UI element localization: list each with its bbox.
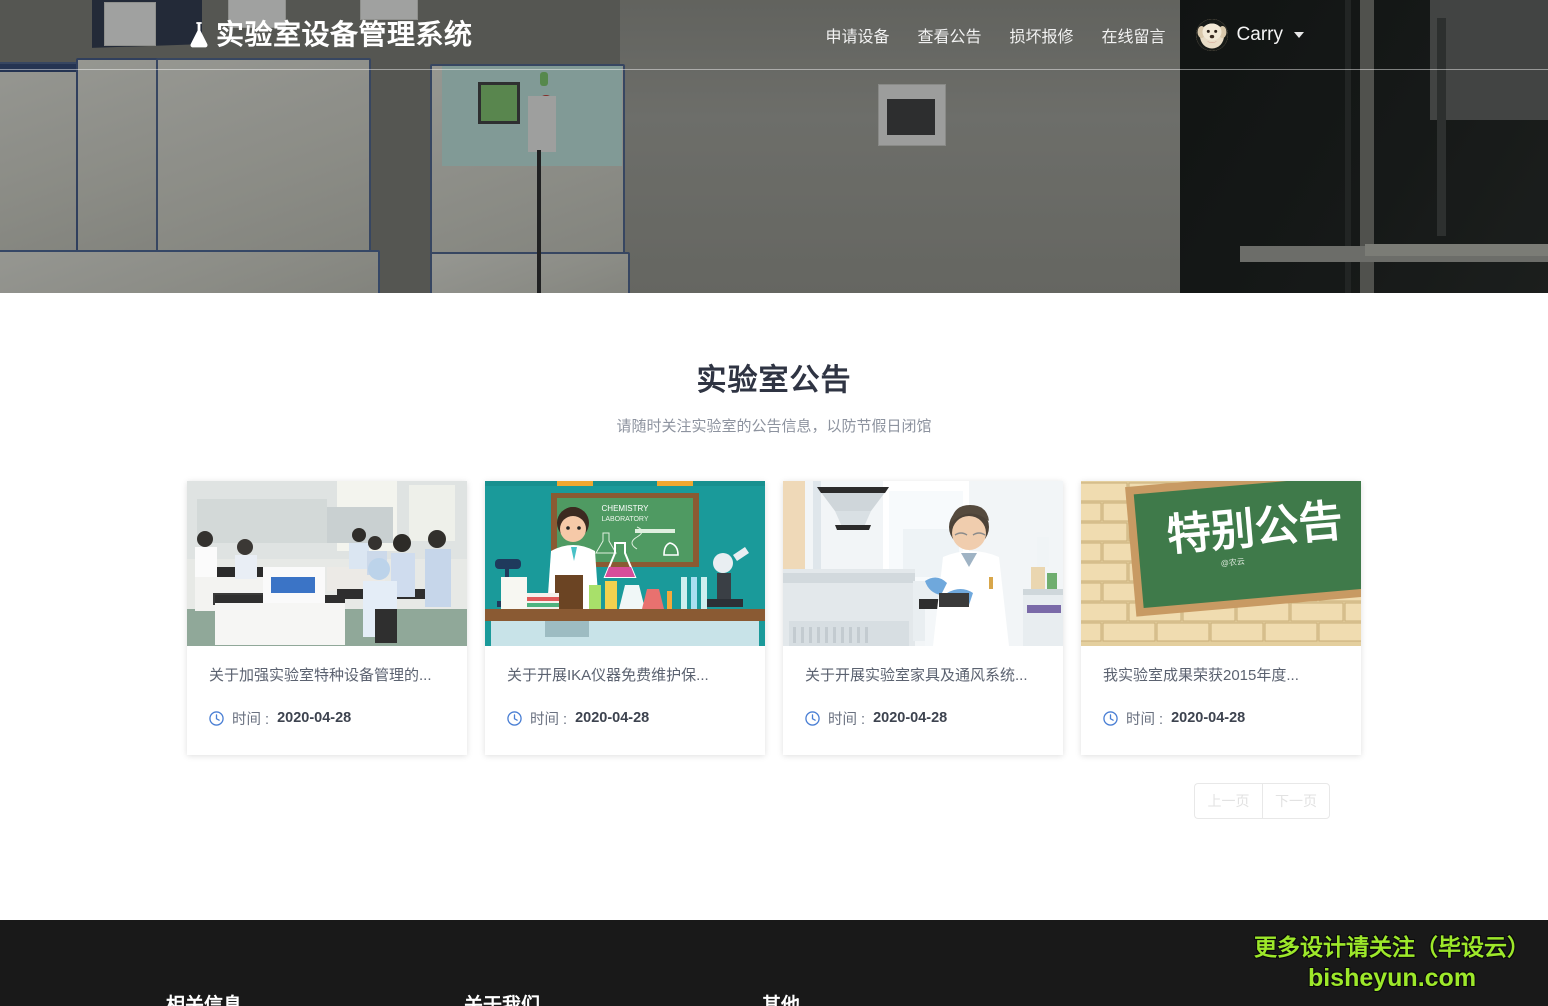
footer-heading: 关于我们 — [464, 990, 762, 1006]
brand-logo-link[interactable]: 实验室设备管理系统 — [186, 20, 473, 50]
avatar — [1196, 19, 1228, 51]
announcement-meta: 时间 : 2020-04-28 — [209, 708, 445, 729]
card-body: 关于开展实验室家具及通风系统... 时间 : 2020-04-28 — [783, 646, 1063, 755]
nav-item-view-announcements[interactable]: 查看公告 — [904, 23, 996, 47]
time-label: 时间 : — [1126, 708, 1163, 729]
page-subtitle: 请随时关注实验室的公告信息，以防节假日闭馆 — [0, 415, 1548, 436]
announcement-meta: 时间 : 2020-04-28 — [805, 708, 1041, 729]
watermark: 更多设计请关注（毕设云） bisheyun.com — [1254, 928, 1530, 993]
clock-icon — [1103, 711, 1118, 726]
announcement-card[interactable]: 关于加强实验室特种设备管理的... 时间 : 2020-04-28 — [187, 481, 467, 755]
watermark-line-1: 更多设计请关注（毕设云） — [1254, 928, 1530, 962]
prev-page-button[interactable]: 上一页 — [1194, 783, 1262, 819]
lab-technicians-photo — [187, 481, 467, 646]
time-label: 时间 : — [828, 708, 865, 729]
main-content: 实验室公告 请随时关注实验室的公告信息，以防节假日闭馆 — [0, 293, 1548, 819]
footer-column-related-info: 相关信息 — [166, 990, 464, 1006]
board-subtext: @农云 — [1220, 556, 1245, 568]
user-name: Carry — [1237, 24, 1283, 46]
flask-icon — [186, 20, 212, 50]
announcement-title: 关于开展实验室家具及通风系统... — [805, 666, 1041, 686]
svg-text:CHEMISTRY: CHEMISTRY — [602, 504, 650, 513]
card-body: 关于加强实验室特种设备管理的... 时间 : 2020-04-28 — [187, 646, 467, 755]
clock-icon — [805, 711, 820, 726]
page-title: 实验室公告 — [0, 355, 1548, 399]
announcement-card[interactable]: CHEMISTRY LABORATORY — [485, 481, 765, 755]
scientist-with-instrument-photo — [783, 481, 1063, 646]
pagination: 上一页 下一页 — [0, 783, 1548, 819]
footer-heading: 相关信息 — [166, 990, 464, 1006]
hero-banner: 实验室设备管理系统 申请设备 查看公告 损坏报修 在线留言 — [0, 0, 1548, 293]
clock-icon — [507, 711, 522, 726]
card-body: 我实验室成果荣获2015年度... 时间 : 2020-04-28 — [1081, 646, 1361, 755]
special-announcement-blackboard: 特别公告 @农云 — [1081, 481, 1361, 646]
watermark-line-2: bisheyun.com — [1254, 964, 1530, 993]
announcement-date: 2020-04-28 — [575, 710, 649, 726]
announcement-meta: 时间 : 2020-04-28 — [507, 708, 743, 729]
announcement-title: 我实验室成果荣获2015年度... — [1103, 666, 1339, 686]
footer-column-about-us: 关于我们 — [464, 990, 762, 1006]
footer: 相关信息 关于我们 其他 更多设计请关注（毕设云） bisheyun.com — [0, 920, 1548, 1006]
announcement-title: 关于开展IKA仪器免费维护保... — [507, 666, 743, 686]
announcement-date: 2020-04-28 — [873, 710, 947, 726]
announcement-card[interactable]: 特别公告 @农云 我实验室成果荣获2015年度... 时间 : 2020-04-… — [1081, 481, 1361, 755]
time-label: 时间 : — [232, 708, 269, 729]
chemistry-laboratory-illustration: CHEMISTRY LABORATORY — [485, 481, 765, 646]
user-menu[interactable]: Carry — [1180, 19, 1304, 51]
footer-heading: 其他 — [762, 990, 1060, 1006]
clock-icon — [209, 711, 224, 726]
announcement-date: 2020-04-28 — [277, 710, 351, 726]
chevron-down-icon[interactable] — [1294, 32, 1304, 38]
time-label: 时间 : — [530, 708, 567, 729]
next-page-button[interactable]: 下一页 — [1262, 783, 1330, 819]
nav-item-apply-equipment[interactable]: 申请设备 — [811, 23, 903, 47]
card-body: 关于开展IKA仪器免费维护保... 时间 : 2020-04-28 — [485, 646, 765, 755]
svg-text:LABORATORY: LABORATORY — [601, 516, 648, 523]
announcement-title: 关于加强实验室特种设备管理的... — [209, 666, 445, 686]
announcement-list: 关于加强实验室特种设备管理的... 时间 : 2020-04-28 — [0, 481, 1548, 755]
brand-title: 实验室设备管理系统 — [216, 21, 473, 49]
nav-links: 申请设备 查看公告 损坏报修 在线留言 — [811, 19, 1304, 51]
navbar: 实验室设备管理系统 申请设备 查看公告 损坏报修 在线留言 — [0, 0, 1548, 70]
announcement-card[interactable]: 关于开展实验室家具及通风系统... 时间 : 2020-04-28 — [783, 481, 1063, 755]
nav-item-damage-repair[interactable]: 损坏报修 — [996, 23, 1088, 47]
announcement-meta: 时间 : 2020-04-28 — [1103, 708, 1339, 729]
announcement-date: 2020-04-28 — [1171, 710, 1245, 726]
nav-item-online-message[interactable]: 在线留言 — [1088, 23, 1180, 47]
footer-column-other: 其他 — [762, 990, 1060, 1006]
